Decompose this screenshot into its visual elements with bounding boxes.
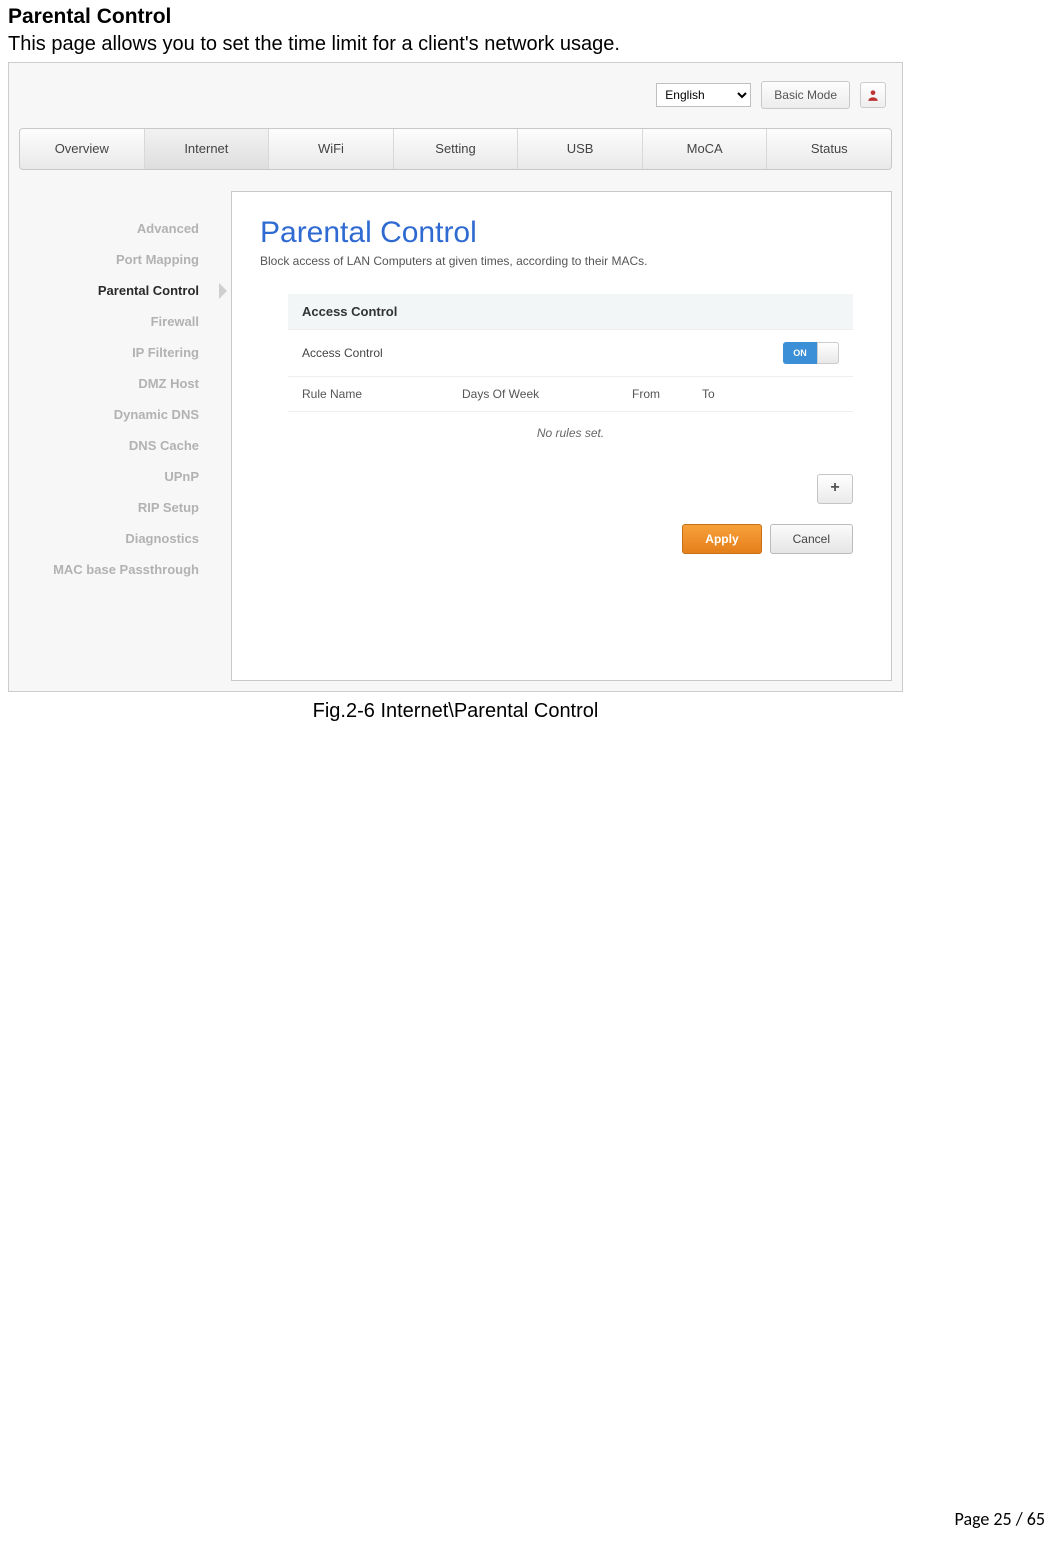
apply-button[interactable]: Apply [682,524,761,554]
main-tabs: Overview Internet WiFi Setting USB MoCA … [19,128,892,170]
sidebar-item-rip-setup[interactable]: RIP Setup [9,492,219,523]
doc-section-title: Parental Control [8,5,1055,29]
sidebar-item-mac-passthrough[interactable]: MAC base Passthrough [9,554,219,585]
access-control-row: Access Control ON [288,330,853,377]
topbar: English Basic Mode [656,81,886,109]
language-select[interactable]: English [656,83,751,107]
router-screenshot: English Basic Mode Overview Internet WiF… [8,62,903,692]
access-control-section: Access Control Access Control ON Rule Na… [288,294,853,554]
sidebar-item-dns-cache[interactable]: DNS Cache [9,430,219,461]
doc-description: This page allows you to set the time lim… [8,33,1055,56]
sidebar-item-dynamic-dns[interactable]: Dynamic DNS [9,399,219,430]
toggle-on-label: ON [783,342,817,364]
sidebar: Advanced Port Mapping Parental Control F… [9,213,219,585]
basic-mode-button[interactable]: Basic Mode [761,81,850,109]
rules-table-header: Rule Name Days Of Week From To [288,377,853,412]
access-control-label: Access Control [302,346,783,360]
sidebar-item-diagnostics[interactable]: Diagnostics [9,523,219,554]
tab-usb[interactable]: USB [518,129,643,169]
sidebar-item-port-mapping[interactable]: Port Mapping [9,244,219,275]
access-control-toggle[interactable]: ON [783,342,839,364]
action-row: Apply Cancel [288,524,853,554]
sidebar-item-ip-filtering[interactable]: IP Filtering [9,337,219,368]
cancel-button[interactable]: Cancel [770,524,853,554]
figure-caption: Fig.2-6 Internet\Parental Control [8,700,903,723]
tab-overview[interactable]: Overview [20,129,145,169]
rules-empty-text: No rules set. [288,412,853,454]
sidebar-item-parental-control[interactable]: Parental Control [9,275,219,306]
user-icon[interactable] [860,82,886,108]
tab-setting[interactable]: Setting [394,129,519,169]
col-days: Days Of Week [462,387,632,401]
tab-status[interactable]: Status [767,129,891,169]
add-rule-button[interactable]: + [817,474,853,504]
sidebar-item-advanced[interactable]: Advanced [9,213,219,244]
sidebar-item-dmz-host[interactable]: DMZ Host [9,368,219,399]
sidebar-item-upnp[interactable]: UPnP [9,461,219,492]
page-subtitle: Block access of LAN Computers at given t… [260,254,863,268]
tab-internet[interactable]: Internet [145,129,270,169]
col-from: From [632,387,702,401]
page-number: Page 25 / 65 [955,1508,1045,1530]
sidebar-item-firewall[interactable]: Firewall [9,306,219,337]
tab-moca[interactable]: MoCA [643,129,768,169]
toggle-knob [817,342,839,364]
tab-wifi[interactable]: WiFi [269,129,394,169]
col-rule-name: Rule Name [302,387,462,401]
section-header: Access Control [288,294,853,330]
col-to: To [702,387,762,401]
page-title: Parental Control [260,216,863,250]
content-panel: Parental Control Block access of LAN Com… [231,191,892,681]
